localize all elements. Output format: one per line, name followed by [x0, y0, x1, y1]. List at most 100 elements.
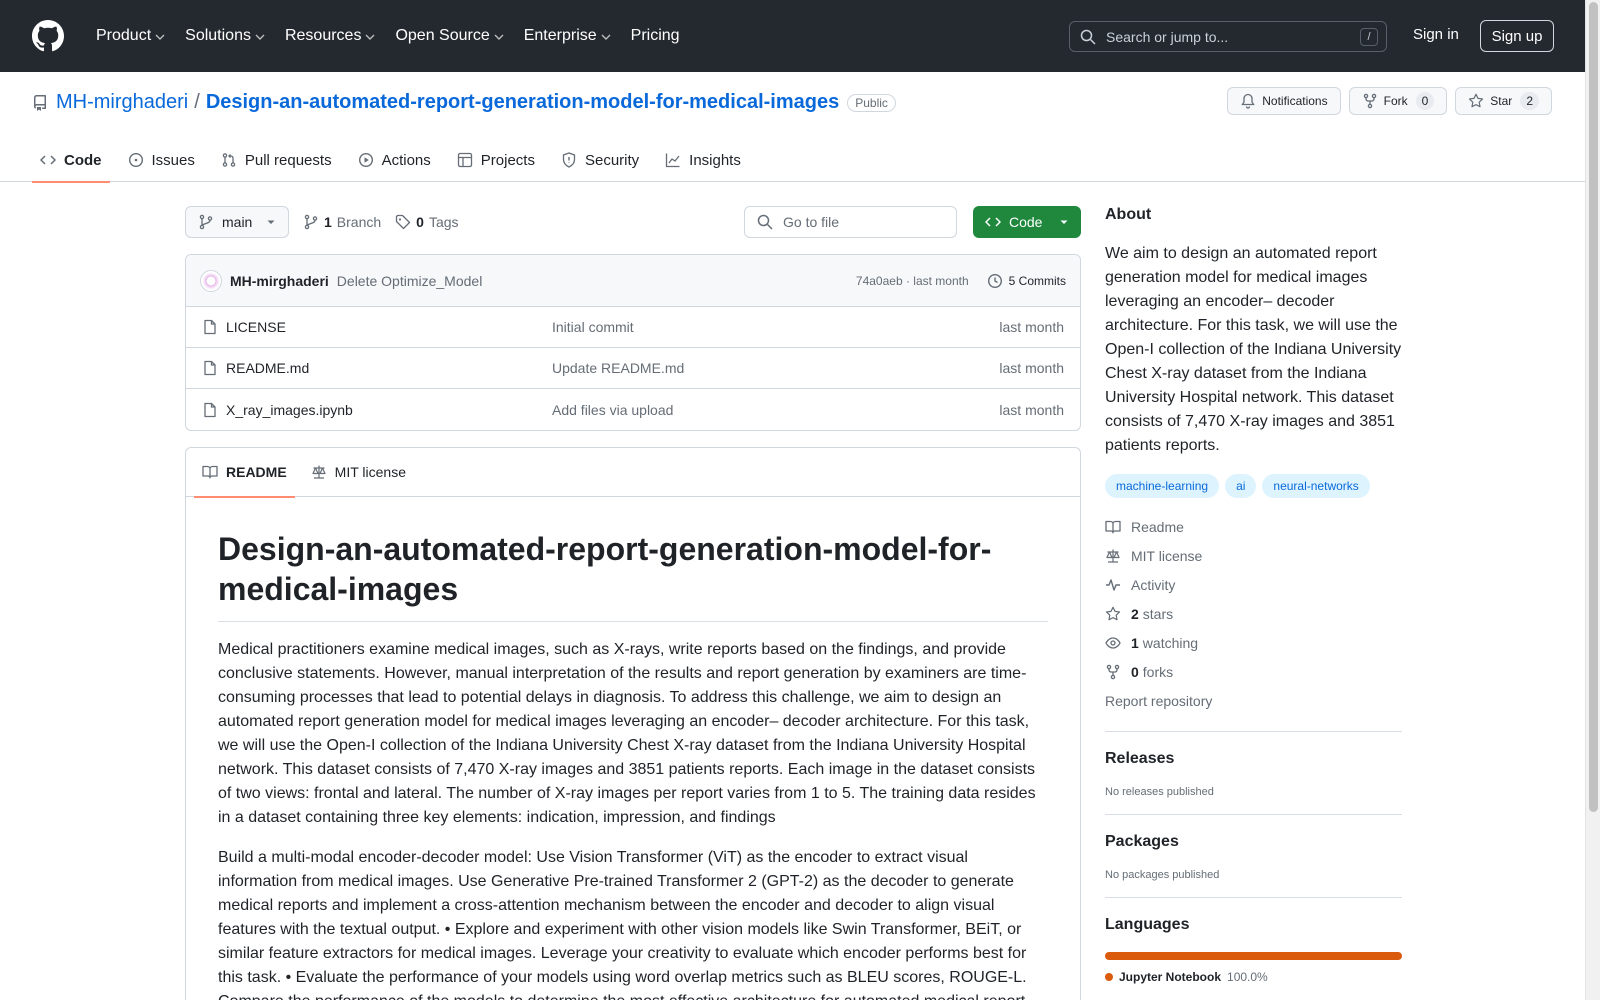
table-icon	[457, 152, 472, 168]
nav-pricing[interactable]: Pricing	[623, 20, 688, 52]
tag-icon	[396, 214, 411, 230]
file-date: last month	[999, 360, 1064, 376]
tab-license[interactable]: MIT license	[303, 448, 414, 497]
fork-label: Fork	[1383, 94, 1408, 108]
fork-button[interactable]: Fork 0	[1348, 87, 1448, 115]
github-logo-icon[interactable]	[32, 20, 64, 52]
chevron-down-icon	[601, 34, 611, 40]
branch-count: 1	[324, 214, 332, 230]
avatar[interactable]	[200, 269, 222, 292]
issue-icon	[128, 152, 143, 168]
search-placeholder: Search or jump to...	[1106, 28, 1229, 45]
nav-enterprise[interactable]: Enterprise	[516, 20, 619, 52]
tab-pull-requests[interactable]: Pull requests	[213, 137, 340, 183]
forks-label: forks	[1142, 663, 1174, 680]
readme-body: Design-an-automated-report-generation-mo…	[186, 497, 1080, 1000]
topic-tag[interactable]: machine-learning	[1105, 474, 1220, 498]
bell-icon	[1241, 93, 1255, 109]
nav-label: Product	[96, 27, 152, 44]
readme-link[interactable]: Readme	[1105, 512, 1402, 541]
scrollbar-thumb[interactable]	[1589, 2, 1598, 812]
tag-count: 0	[416, 214, 424, 230]
page-scrollbar[interactable]	[1585, 0, 1600, 1000]
sign-up-button[interactable]: Sign up	[1480, 20, 1554, 52]
releases-heading[interactable]: Releases	[1105, 750, 1402, 768]
packages-heading[interactable]: Packages	[1105, 833, 1402, 851]
star-button[interactable]: Star 2	[1455, 87, 1552, 115]
branch-name: main	[222, 214, 253, 230]
language-name: Jupyter Notebook	[1119, 970, 1222, 984]
search-icon	[1080, 29, 1096, 45]
forks-link[interactable]: 0 forks	[1105, 657, 1402, 686]
file-icon	[204, 402, 216, 417]
tab-label: Insights	[689, 151, 741, 169]
commit-message[interactable]: Delete Optimize_Model	[337, 273, 483, 289]
readme-tabs: README MIT license	[186, 448, 1080, 498]
readme-paragraph: Build a multi-modal encoder-decoder mode…	[218, 849, 1027, 1000]
nav-solutions[interactable]: Solutions	[177, 20, 273, 52]
report-repository-link[interactable]: Report repository	[1105, 686, 1402, 715]
commit-sha-time[interactable]: 74a0aeb · last month	[856, 274, 969, 288]
file-name[interactable]: LICENSE	[226, 319, 552, 335]
notifications-button[interactable]: Notifications	[1227, 87, 1341, 115]
packages-section: Packages No packages published	[1105, 814, 1402, 881]
repo-header: MH-mirghaderi / Design-an-automated-repo…	[0, 72, 1585, 183]
code-icon	[985, 217, 1001, 227]
releases-empty-text: No releases published	[1105, 786, 1214, 798]
table-row[interactable]: X_ray_images.ipynb Add files via upload …	[186, 389, 1080, 430]
branch-label: Branch	[336, 214, 382, 230]
license-link[interactable]: MIT license	[1105, 541, 1402, 570]
book-icon	[1105, 520, 1121, 533]
global-header: Product Solutions Resources Open Source …	[0, 0, 1585, 72]
tab-actions[interactable]: Actions	[350, 137, 439, 183]
branch-selector[interactable]: main	[185, 206, 289, 238]
topic-tag[interactable]: ai	[1225, 474, 1257, 498]
tab-readme[interactable]: README	[194, 448, 295, 498]
repo-name-link[interactable]: Design-an-automated-report-generation-mo…	[206, 91, 839, 114]
watchers-link[interactable]: 1 watching	[1105, 628, 1402, 657]
stars-link[interactable]: 2 stars	[1105, 599, 1402, 628]
topic-tag[interactable]: neural-networks	[1262, 474, 1370, 498]
tab-issues[interactable]: Issues	[120, 137, 203, 183]
chevron-down-icon	[365, 34, 375, 40]
chevron-down-icon	[255, 34, 265, 40]
repo-owner-link[interactable]: MH-mirghaderi	[56, 91, 188, 114]
pull-request-icon	[222, 153, 236, 167]
nav-resources[interactable]: Resources	[277, 20, 383, 52]
table-row[interactable]: README.md Update README.md last month	[186, 348, 1080, 389]
eye-icon	[1105, 636, 1121, 649]
chevron-down-icon	[494, 34, 504, 40]
stars-label: stars	[1142, 605, 1174, 622]
tags-link[interactable]: 0 Tags	[395, 214, 459, 230]
file-name[interactable]: README.md	[226, 360, 552, 376]
nav-label: Solutions	[185, 27, 251, 44]
tab-projects[interactable]: Projects	[449, 137, 543, 183]
global-nav: Product Solutions Resources Open Source …	[88, 20, 692, 52]
file-name[interactable]: X_ray_images.ipynb	[226, 402, 552, 418]
language-item[interactable]: Jupyter Notebook 100.0%	[1105, 970, 1402, 984]
activity-link[interactable]: Activity	[1105, 570, 1402, 599]
language-percent: 100.0%	[1227, 970, 1268, 984]
nav-open-source[interactable]: Open Source	[387, 20, 511, 52]
go-to-file-placeholder: Go to file	[783, 214, 840, 230]
search-input[interactable]: Search or jump to... /	[1069, 21, 1387, 52]
commits-link[interactable]: 5 Commits	[987, 273, 1066, 289]
commit-author[interactable]: MH-mirghaderi	[230, 273, 329, 289]
nav-label: Resources	[284, 27, 362, 44]
go-to-file-input[interactable]: Go to file	[744, 206, 957, 238]
code-button[interactable]: Code	[973, 206, 1081, 238]
table-row[interactable]: LICENSE Initial commit last month	[186, 307, 1080, 348]
tab-insights[interactable]: Insights	[657, 137, 749, 183]
nav-label: Pricing	[630, 27, 680, 44]
file-commit-message[interactable]: Update README.md	[552, 360, 684, 376]
sign-in-link[interactable]: Sign in	[1413, 26, 1459, 43]
code-button-label: Code	[1009, 214, 1043, 230]
file-commit-message[interactable]: Initial commit	[552, 319, 634, 335]
tab-code[interactable]: Code	[32, 137, 110, 183]
branches-link[interactable]: 1 Branch	[303, 214, 381, 230]
tab-security[interactable]: Security	[553, 137, 647, 183]
file-commit-message[interactable]: Add files via upload	[552, 402, 673, 418]
repo-title: MH-mirghaderi / Design-an-automated-repo…	[32, 91, 896, 114]
nav-product[interactable]: Product	[88, 20, 173, 52]
languages-section: Languages Jupyter Notebook 100.0%	[1105, 897, 1402, 984]
